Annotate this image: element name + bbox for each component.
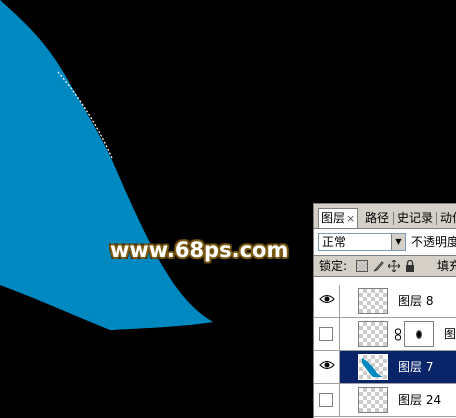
panel-tabs: 图层× 路径 史记录 动作	[314, 204, 456, 229]
tab-history-label: 史记录	[397, 211, 434, 225]
visibility-box[interactable]	[319, 327, 333, 341]
layers-panel: 图层× 路径 史记录 动作 正常 ▼ 不透明度 锁定:	[313, 203, 456, 418]
tab-paths-label: 路径	[365, 211, 390, 225]
lock-paint-brush-icon[interactable]	[372, 260, 384, 272]
layer-name: 图层 7	[398, 360, 434, 374]
tab-history[interactable]: 史记录	[395, 209, 435, 228]
link-chain-icon[interactable]	[394, 328, 402, 341]
watermark-text: www.68ps.com	[110, 238, 289, 262]
chevron-down-icon[interactable]: ▼	[391, 234, 405, 250]
shape-body	[0, 0, 213, 330]
visibility-cell[interactable]	[314, 285, 340, 317]
fill-label: 填充	[437, 259, 456, 273]
lock-row: 锁定: 填充	[314, 255, 456, 277]
tab-separator	[436, 212, 437, 225]
blend-mode-value: 正常	[322, 235, 347, 249]
tab-actions-label: 动作	[440, 211, 456, 225]
layer-thumbnail-shape	[362, 358, 383, 377]
layers-panel-body: 正常 ▼ 不透明度 锁定: 填充	[314, 228, 456, 418]
layer-row[interactable]: 图层 8	[314, 285, 456, 318]
layer-name: 图	[444, 327, 456, 341]
visibility-box[interactable]	[319, 393, 333, 407]
layer-name: 图层 8	[398, 294, 434, 308]
layer-row-selected[interactable]: 图层 7	[314, 351, 456, 384]
tab-layers-label: 图层	[321, 211, 346, 225]
tab-separator	[393, 212, 394, 225]
layer-thumbnail	[358, 387, 388, 413]
blend-mode-select[interactable]: 正常 ▼	[318, 233, 406, 251]
layer-thumbnail	[358, 354, 388, 380]
visibility-cell[interactable]	[314, 351, 340, 383]
visibility-cell[interactable]	[314, 318, 340, 350]
eye-icon[interactable]	[315, 288, 339, 312]
layer-row[interactable]: 图层 24	[314, 384, 456, 417]
tab-layers[interactable]: 图层×	[318, 208, 359, 229]
opacity-label: 不透明度	[411, 235, 456, 249]
lock-move-icon[interactable]	[387, 259, 401, 273]
layer-mask-thumbnail[interactable]	[404, 321, 434, 347]
layer-thumbnail	[358, 321, 388, 347]
lock-all-icon[interactable]	[404, 259, 416, 272]
mask-shape	[416, 330, 422, 339]
layer-name: 图层 24	[398, 393, 442, 407]
visibility-cell[interactable]	[314, 384, 340, 416]
tab-paths[interactable]: 路径	[363, 209, 391, 228]
close-icon[interactable]: ×	[346, 212, 355, 225]
blend-row: 正常 ▼ 不透明度	[318, 233, 456, 253]
lock-transparency-icon[interactable]	[356, 260, 368, 272]
layer-thumbnail	[358, 288, 388, 314]
layer-row[interactable]: 图	[314, 318, 456, 351]
eye-icon[interactable]	[315, 354, 339, 378]
lock-label: 锁定:	[319, 259, 348, 273]
tab-actions[interactable]: 动作	[438, 209, 456, 228]
